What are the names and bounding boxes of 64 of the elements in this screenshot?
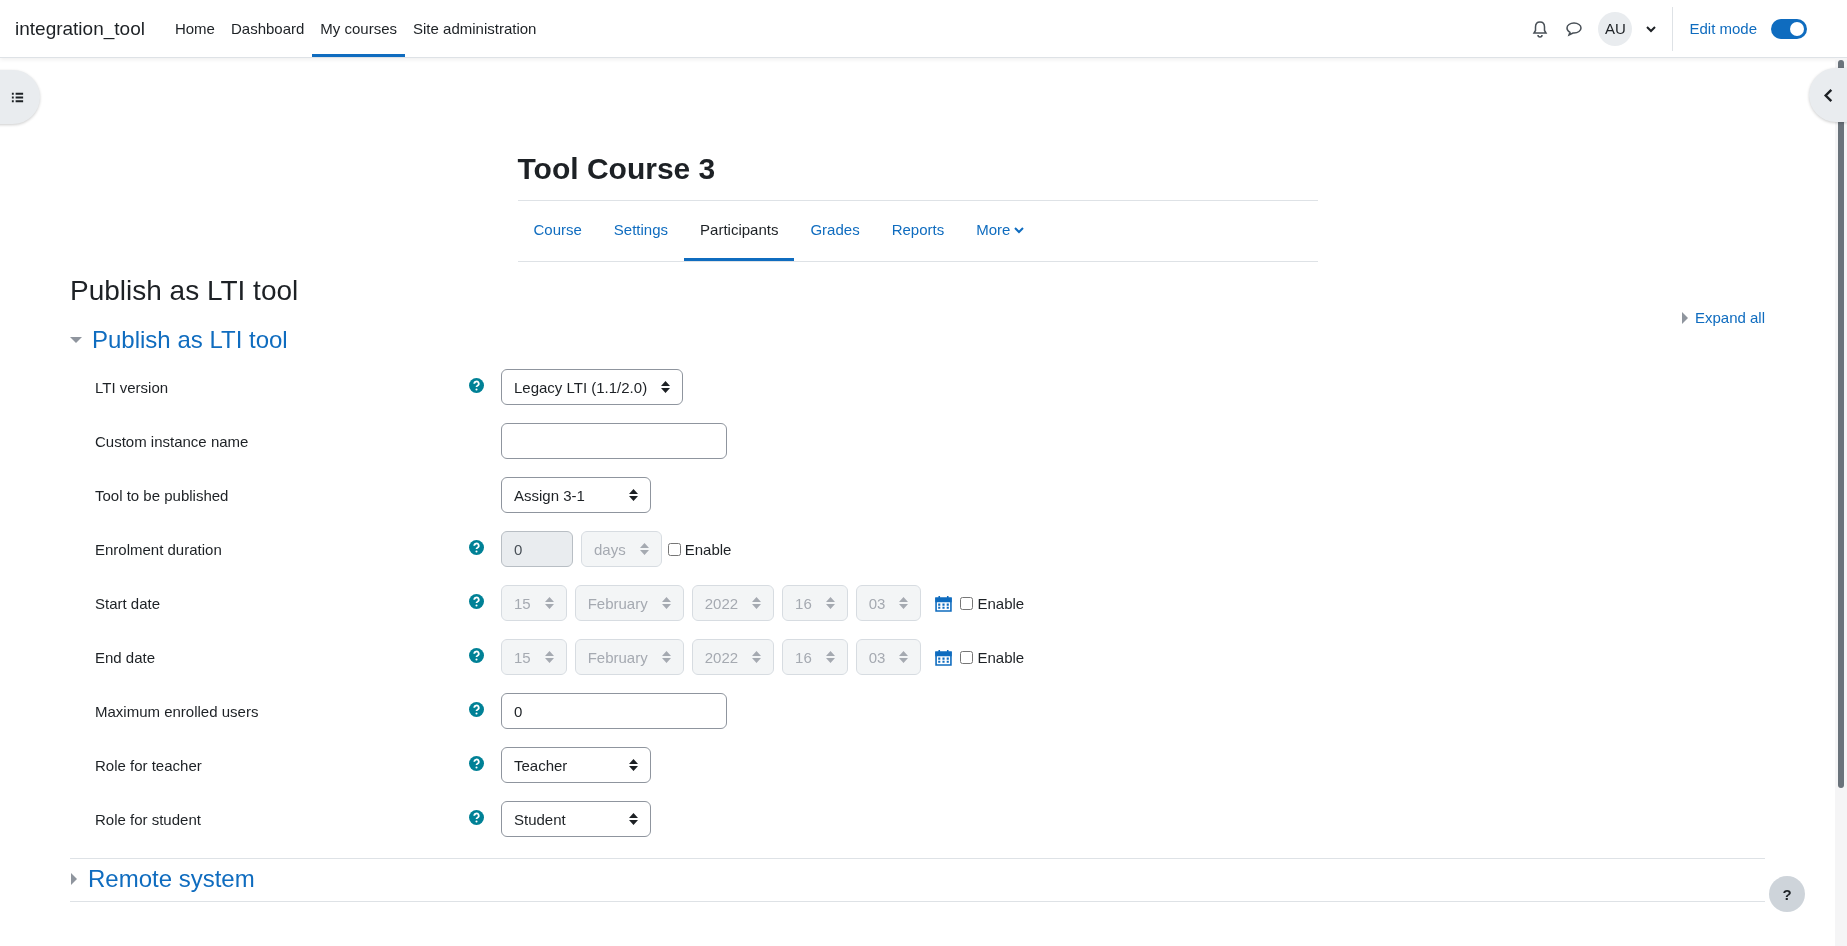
course-tab[interactable]: Participants xyxy=(684,201,795,261)
sort-arrows-icon xyxy=(825,597,835,609)
course-tab[interactable]: Course xyxy=(517,201,598,261)
sort-arrows-icon xyxy=(661,651,671,663)
field-label: Tool to be published xyxy=(95,486,230,504)
sort-arrows-icon xyxy=(629,489,638,501)
field-label: Role for teacher xyxy=(95,756,203,774)
sort-arrows-icon xyxy=(661,381,671,393)
nav-link[interactable]: My courses xyxy=(312,0,406,57)
nav-link[interactable]: Dashboard xyxy=(222,0,313,57)
expand-all-link[interactable]: Expand all xyxy=(1694,309,1765,326)
field-label: Role for student xyxy=(95,810,202,828)
field-label: Enrolment duration xyxy=(95,540,223,558)
drawer-toggle-button[interactable] xyxy=(1809,68,1847,122)
sort-arrows-icon xyxy=(752,597,762,609)
sort-arrows-icon xyxy=(752,651,762,663)
user-avatar[interactable]: AU xyxy=(1598,11,1633,46)
help-icon[interactable] xyxy=(469,702,484,717)
scrollbar[interactable] xyxy=(1835,58,1847,946)
select-field[interactable]: Assign 3-1 xyxy=(501,477,651,513)
select-field[interactable]: Student xyxy=(501,801,651,837)
field-label: End date xyxy=(95,648,157,666)
page-title: Publish as LTI tool xyxy=(70,275,300,307)
select-field[interactable]: Teacher xyxy=(501,747,651,783)
triangle-down-icon[interactable] xyxy=(70,334,82,346)
help-icon[interactable] xyxy=(469,378,484,393)
text-input[interactable] xyxy=(501,423,727,459)
calendar-icon[interactable] xyxy=(935,594,953,612)
edit-mode-label: Edit mode xyxy=(1689,20,1757,37)
help-icon[interactable] xyxy=(469,756,484,771)
field-label: Maximum enrolled users xyxy=(95,702,260,720)
sort-arrows-icon xyxy=(629,759,638,771)
select-field[interactable]: Legacy LTI (1.1/2.0) xyxy=(501,369,684,405)
course-index-button[interactable] xyxy=(0,70,40,124)
nav-link[interactable]: Site administration xyxy=(405,0,545,57)
sort-arrows-icon xyxy=(639,543,649,555)
sort-arrows-icon xyxy=(825,651,835,663)
sort-arrows-icon xyxy=(629,813,638,825)
section-heading[interactable]: Remote system xyxy=(88,865,255,893)
help-icon[interactable] xyxy=(469,810,484,825)
course-tab[interactable]: More xyxy=(960,201,1041,261)
caret-icon xyxy=(1014,224,1025,235)
triangle-right-icon[interactable] xyxy=(70,873,78,885)
site-name[interactable]: integration_tool xyxy=(15,17,145,40)
course-title: Tool Course 3 xyxy=(517,152,1318,201)
calendar-icon[interactable] xyxy=(935,648,953,666)
text-input[interactable]: 0 xyxy=(501,693,727,729)
field-label: Custom instance name xyxy=(95,432,250,450)
caret-icon[interactable] xyxy=(1646,23,1657,34)
section-heading[interactable]: Publish as LTI tool xyxy=(92,326,288,354)
sort-arrows-icon xyxy=(544,597,554,609)
sort-arrows-icon xyxy=(899,597,909,609)
course-tab[interactable]: Grades xyxy=(794,201,876,261)
edit-mode-toggle[interactable] xyxy=(1771,18,1807,39)
sort-arrows-icon xyxy=(544,651,554,663)
help-button[interactable]: ? xyxy=(1769,876,1805,912)
field-label: LTI version xyxy=(95,378,170,396)
nav-link[interactable]: Home xyxy=(166,0,223,57)
course-tab[interactable]: Settings xyxy=(597,201,685,261)
sort-arrows-icon xyxy=(899,651,909,663)
triangle-right-icon xyxy=(1680,311,1689,324)
field-label: Start date xyxy=(95,594,162,612)
course-tab[interactable]: Reports xyxy=(875,201,961,261)
sort-arrows-icon xyxy=(661,597,671,609)
